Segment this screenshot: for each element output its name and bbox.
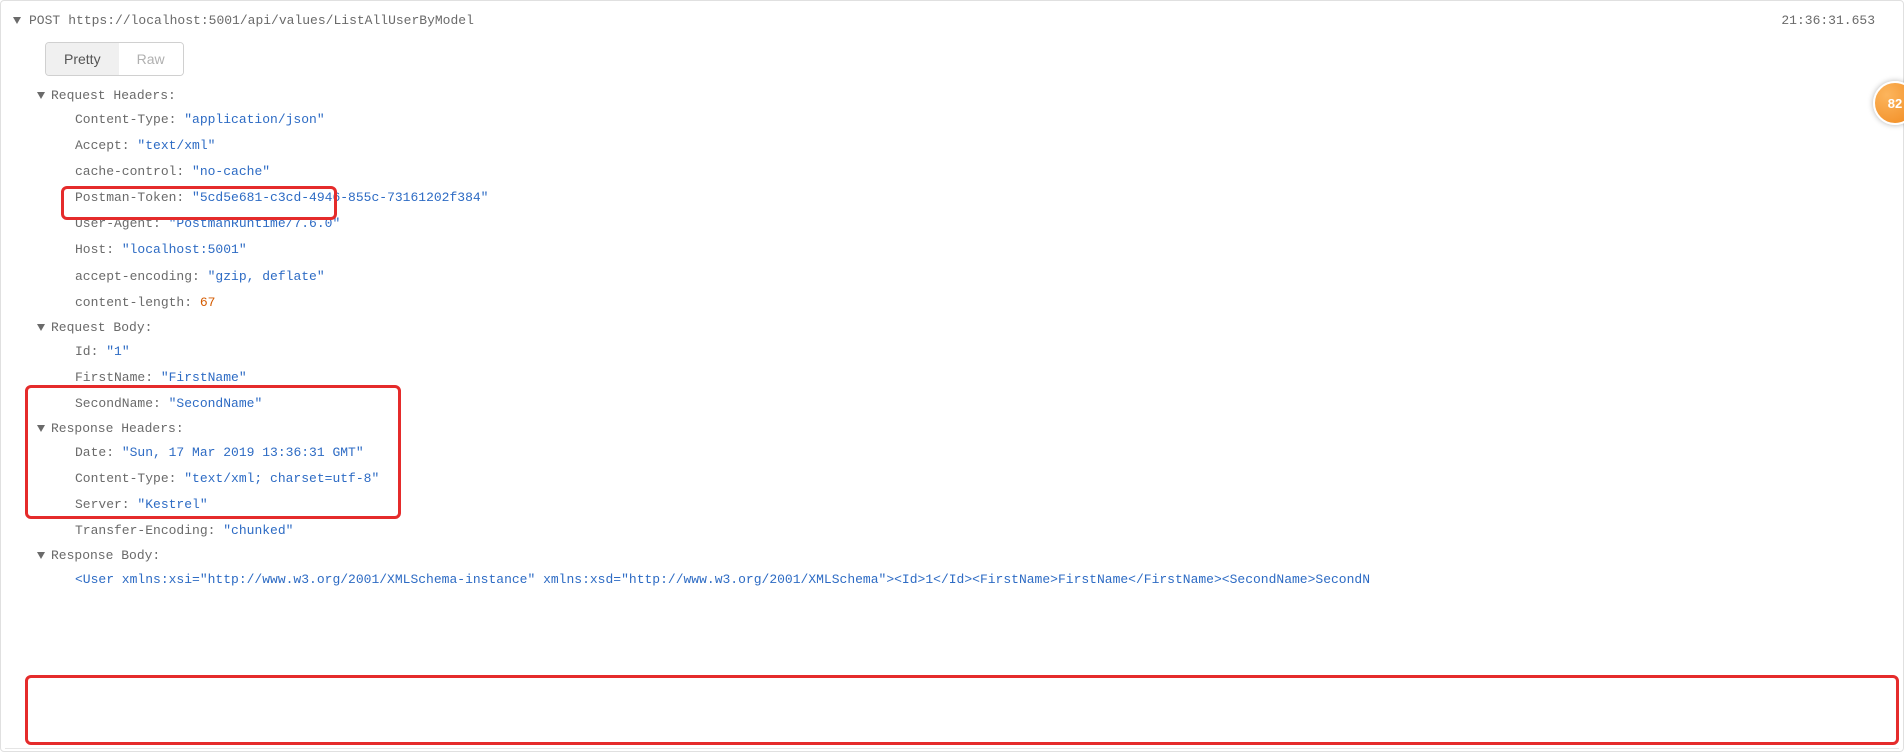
response-headers-header[interactable]: Response Headers: [1,417,1903,440]
section-title: Request Body: [51,320,152,335]
kv-key: FirstName: [75,370,161,385]
kv-value: "PostmanRuntime/7.6.0" [169,216,341,231]
kv-value: "Sun, 17 Mar 2019 13:36:31 GMT" [122,445,364,460]
kv-key: Id: [75,344,106,359]
caret-down-icon [37,552,45,559]
timestamp: 21:36:31.653 [1781,13,1891,28]
kv-key: content-length: [75,295,200,310]
kv-key: SecondName: [75,396,169,411]
kv-line: content-length: 67 [1,290,1903,316]
badge-count-value: 82 [1888,96,1902,111]
kv-line: cache-control: "no-cache" [1,159,1903,185]
kv-value: "Kestrel" [137,497,207,512]
kv-value: "gzip, deflate" [208,269,325,284]
section-title: Response Body: [51,548,160,563]
kv-line: Transfer-Encoding: "chunked" [1,518,1903,544]
kv-line: Postman-Token: "5cd5e681-c3cd-4946-855c-… [1,185,1903,211]
response-body-content: <User xmlns:xsi="http://www.w3.org/2001/… [1,567,1903,593]
request-body-list: Id: "1"FirstName: "FirstName"SecondName:… [1,339,1903,417]
kv-value: "no-cache" [192,164,270,179]
caret-down-icon [37,92,45,99]
kv-line: FirstName: "FirstName" [1,365,1903,391]
kv-value: "1" [106,344,129,359]
request-headers-list: Content-Type: "application/json"Accept: … [1,107,1903,316]
kv-value: "localhost:5001" [122,242,247,257]
tab-pretty[interactable]: Pretty [46,43,119,75]
kv-value: "text/xml" [137,138,215,153]
request-summary-row[interactable]: POST https://localhost:5001/api/values/L… [1,1,1903,34]
kv-key: User-Agent: [75,216,169,231]
kv-line: accept-encoding: "gzip, deflate" [1,264,1903,290]
kv-line: Date: "Sun, 17 Mar 2019 13:36:31 GMT" [1,440,1903,466]
kv-key: Accept: [75,138,137,153]
kv-value: "SecondName" [169,396,263,411]
kv-value: "application/json" [184,112,324,127]
kv-value: "text/xml; charset=utf-8" [184,471,379,486]
caret-down-icon [13,17,21,24]
response-headers-list: Date: "Sun, 17 Mar 2019 13:36:31 GMT"Con… [1,440,1903,544]
kv-line: Content-Type: "text/xml; charset=utf-8" [1,466,1903,492]
view-mode-tabs: Pretty Raw [45,42,184,76]
kv-key: Transfer-Encoding: [75,523,223,538]
kv-line: Accept: "text/xml" [1,133,1903,159]
kv-line: Host: "localhost:5001" [1,237,1903,263]
caret-down-icon [37,425,45,432]
request-headers-header[interactable]: Request Headers: [1,84,1903,107]
kv-key: Content-Type: [75,471,184,486]
section-title: Response Headers: [51,421,184,436]
kv-line: Server: "Kestrel" [1,492,1903,518]
kv-key: cache-control: [75,164,192,179]
request-url: https://localhost:5001/api/values/ListAl… [68,13,474,28]
kv-key: Content-Type: [75,112,184,127]
kv-key: Server: [75,497,137,512]
kv-key: Host: [75,242,122,257]
kv-value: "5cd5e681-c3cd-4946-855c-73161202f384" [192,190,488,205]
divider [5,748,1899,749]
highlight-response-body [25,675,1899,745]
kv-key: Date: [75,445,122,460]
kv-line: User-Agent: "PostmanRuntime/7.6.0" [1,211,1903,237]
kv-value: 67 [200,295,216,310]
kv-key: accept-encoding: [75,269,208,284]
http-method: POST [29,13,60,28]
kv-line: Content-Type: "application/json" [1,107,1903,133]
caret-down-icon [37,324,45,331]
tab-raw[interactable]: Raw [119,43,183,75]
section-title: Request Headers: [51,88,176,103]
response-body-header[interactable]: Response Body: [1,544,1903,567]
kv-key: Postman-Token: [75,190,192,205]
kv-line: SecondName: "SecondName" [1,391,1903,417]
response-body-xml: <User xmlns:xsi="http://www.w3.org/2001/… [75,572,1370,587]
kv-value: "chunked" [223,523,293,538]
kv-line: Id: "1" [1,339,1903,365]
request-body-header[interactable]: Request Body: [1,316,1903,339]
kv-value: "FirstName" [161,370,247,385]
